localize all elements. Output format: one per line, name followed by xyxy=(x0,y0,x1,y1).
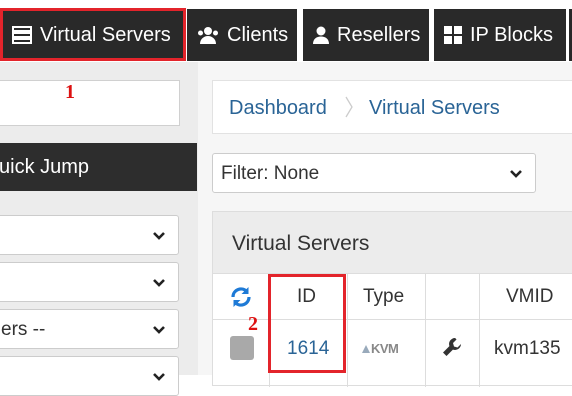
column-header-type[interactable]: Type xyxy=(363,286,404,308)
sidebar-select-4[interactable] xyxy=(0,356,179,396)
sidebar-search-input[interactable] xyxy=(0,80,180,126)
filter-select[interactable]: Filter: None xyxy=(212,153,536,193)
chevron-down-icon xyxy=(152,227,166,249)
users-icon xyxy=(197,26,219,44)
chevron-down-icon xyxy=(152,321,166,343)
chevron-down-icon xyxy=(152,274,166,296)
panel-title: Virtual Servers xyxy=(232,232,370,255)
column-divider xyxy=(479,274,480,387)
nav-label: IP Blocks xyxy=(470,23,553,46)
highlight-box-1 xyxy=(0,8,186,61)
kvm-logo: KVM xyxy=(361,341,399,356)
grid-icon xyxy=(444,26,462,44)
nav-clients[interactable]: Clients xyxy=(187,9,297,61)
row-divider xyxy=(213,319,572,320)
column-divider xyxy=(347,274,348,387)
nav-ip-blocks[interactable]: IP Blocks xyxy=(434,9,566,61)
nav-label: Clients xyxy=(227,23,289,46)
sidebar-select-2[interactable] xyxy=(0,262,179,302)
annotation-marker-2: 2 xyxy=(248,313,258,335)
breadcrumb: Dashboard Virtual Servers xyxy=(212,80,572,134)
nav-resellers[interactable]: Resellers xyxy=(303,9,429,61)
quick-jump-header: uick Jump xyxy=(0,143,197,191)
sidebar-select-3[interactable]: ers -- xyxy=(0,309,179,349)
select-value: ers -- xyxy=(1,319,46,340)
status-indicator xyxy=(230,336,254,360)
chevron-down-icon xyxy=(152,368,166,390)
panel-header: Virtual Servers xyxy=(213,212,572,274)
chevron-down-icon xyxy=(509,165,523,187)
nav-label: Resellers xyxy=(337,23,421,46)
refresh-icon[interactable] xyxy=(229,285,253,314)
sidebar-select-1[interactable] xyxy=(0,215,179,255)
chevron-right-icon xyxy=(344,95,354,125)
highlight-box-2 xyxy=(268,274,346,373)
breadcrumb-dashboard[interactable]: Dashboard xyxy=(229,97,327,120)
quick-jump-label: uick Jump xyxy=(0,156,90,178)
virtual-servers-panel: Virtual Servers ID Type VMID 1614 KVM kv… xyxy=(212,211,572,387)
column-divider xyxy=(425,274,426,387)
vmid-value: kvm135 xyxy=(494,338,561,359)
annotation-marker-1: 1 xyxy=(65,81,75,103)
wrench-icon[interactable] xyxy=(441,336,463,363)
type-label: KVM xyxy=(371,341,399,356)
breadcrumb-virtual-servers[interactable]: Virtual Servers xyxy=(369,97,500,120)
user-icon xyxy=(313,26,329,44)
column-header-vmid[interactable]: VMID xyxy=(506,286,554,308)
filter-value: Filter: None xyxy=(221,163,320,184)
